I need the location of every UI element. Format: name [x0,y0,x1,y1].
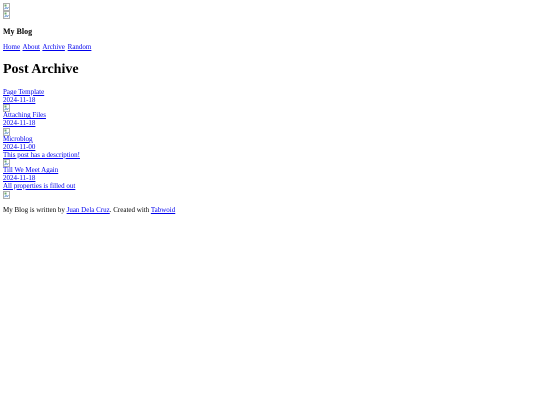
post-item: Attaching Files 2024-11-18 [3,112,540,136]
post-item: Microblog 2024-11-00 This post has a des… [3,135,540,168]
broken-image-icon [3,11,10,19]
nav-link-archive[interactable]: Archive [42,43,65,51]
post-date[interactable]: 2024-11-00 [3,143,540,152]
nav-link-home[interactable]: Home [3,43,20,51]
header-images [3,3,540,19]
page-title: Post Archive [3,61,79,77]
footer-tool-link[interactable]: Tabwoid [151,206,175,214]
nav-link-random[interactable]: Random [68,43,92,51]
post-date[interactable]: 2024-11-18 [3,119,540,128]
post-title-link[interactable]: Microblog [3,135,540,144]
post-date[interactable]: 2024-11-18 [3,96,540,105]
footer-author-link[interactable]: Juan Dela Cruz [67,206,110,214]
page: My Blog Home About Archive Random Post A… [0,0,540,405]
broken-image-icon [3,128,10,136]
main-nav: Home About Archive Random [3,43,540,52]
broken-image-icon [3,104,10,113]
broken-image-icon [3,3,10,11]
post-item: Till We Meet Again 2024-11-18 All proper… [3,167,540,199]
post-list: Page Template 2024-11-18 Attaching Files… [3,88,540,199]
post-description[interactable]: All properties is filled out [3,182,540,191]
site-title: My Blog [3,27,33,36]
post-date[interactable]: 2024-11-18 [3,174,540,183]
broken-image-icon [3,190,10,199]
footer-middle: . Created with [109,205,151,214]
nav-link-about[interactable]: About [22,43,40,51]
post-title-link[interactable]: Attaching Files [3,112,540,120]
footer: My Blog is written by Juan Dela Cruz. Cr… [3,205,540,215]
post-title-link[interactable]: Till We Meet Again [3,167,540,175]
post-description[interactable]: This post has a description! [3,151,540,160]
footer-prefix: My Blog is written by [3,205,67,214]
broken-image-icon [3,159,10,168]
post-item: Page Template 2024-11-18 [3,88,540,113]
post-title-link[interactable]: Page Template [3,88,540,97]
